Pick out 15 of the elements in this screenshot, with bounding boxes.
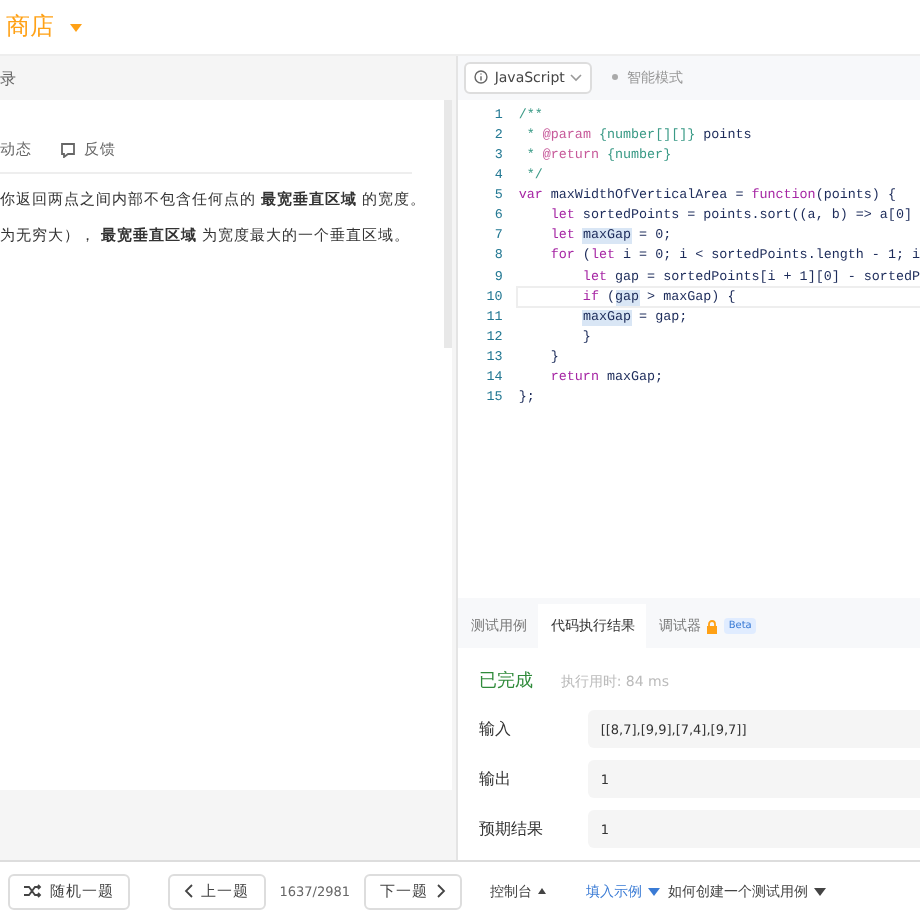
code-editor[interactable] (458, 99, 920, 599)
chevron-right-icon (436, 884, 446, 898)
tab-label[interactable]: 录 (0, 67, 16, 89)
result-label: 输入 (478, 718, 513, 740)
result-label: 输出 (478, 768, 513, 790)
caret-icon (538, 888, 546, 894)
caret-icon (648, 887, 660, 895)
info-icon (474, 70, 489, 85)
caret-icon (70, 23, 82, 31)
status-text: 已完成 (478, 669, 533, 694)
result-label: 预期结果 (478, 818, 545, 840)
chevron-left-icon (183, 884, 194, 898)
caret-icon (814, 887, 826, 895)
shuffle-icon (24, 884, 42, 898)
chevron-icon (570, 73, 583, 82)
